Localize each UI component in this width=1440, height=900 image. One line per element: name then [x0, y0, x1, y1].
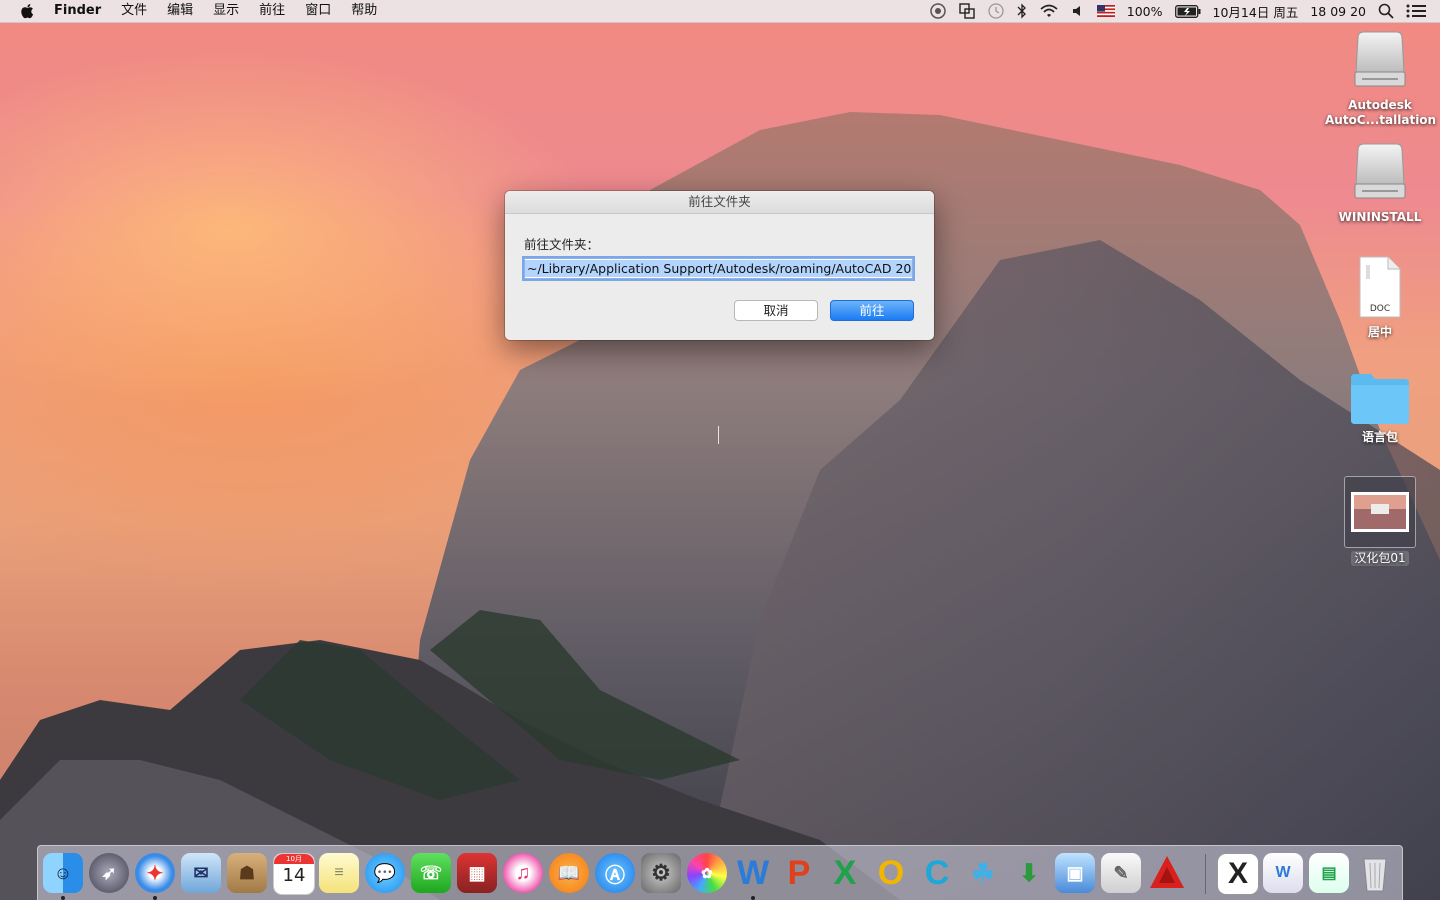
dock-outlook-icon[interactable]: O	[871, 853, 911, 893]
menu-window[interactable]: 窗口	[295, 0, 341, 22]
dock-launchpad-icon[interactable]: ➶	[89, 853, 129, 893]
desktop-icon-label: Autodesk	[1348, 98, 1412, 112]
dock-minimized-window-icon[interactable]: ▤	[1309, 853, 1349, 893]
dock-finder-icon[interactable]: ☺	[43, 853, 83, 893]
desktop-icon-folder-language-pack[interactable]: 语言包	[1325, 370, 1435, 445]
text-cursor	[718, 426, 719, 444]
go-button[interactable]: 前往	[830, 300, 914, 321]
dock-photo-booth-icon[interactable]: ▦	[457, 853, 497, 893]
battery-icon[interactable]	[1174, 0, 1201, 22]
dialog-title: 前往文件夹	[505, 191, 934, 214]
dock-powerpoint-icon[interactable]: P	[779, 853, 819, 893]
menu-file[interactable]: 文件	[111, 0, 157, 22]
desktop-icon-autodesk-installer[interactable]: Autodesk AutoC...tallation	[1325, 30, 1437, 128]
spotlight-icon[interactable]	[1378, 0, 1394, 22]
menu-bar: Finder 文件 编辑 显示 前往 窗口 帮助 100% 10月14日 周五 …	[0, 0, 1440, 23]
dock-contacts-icon[interactable]: ☗	[227, 853, 267, 893]
dock-system-preferences-icon[interactable]: ⚙	[641, 853, 681, 893]
folder-path-selected-text: ~/Library/Application Support/Autodesk/r…	[525, 260, 912, 277]
cancel-button[interactable]: 取消	[734, 300, 818, 321]
dock-app-c-icon[interactable]: C	[917, 853, 957, 893]
svg-text:DOC: DOC	[1370, 304, 1390, 314]
us-flag-icon[interactable]	[1096, 0, 1115, 22]
dock-app-store-icon[interactable]: Ⓐ	[595, 853, 635, 893]
dock-messages-icon[interactable]: 💬	[365, 853, 405, 893]
desktop-icon-label: AutoC...tallation	[1325, 113, 1437, 127]
dock-facetime-icon[interactable]: ☏	[411, 853, 451, 893]
mirror-icon[interactable]	[959, 0, 975, 22]
dialog-prompt-label: 前往文件夹：	[524, 237, 600, 252]
menu-go[interactable]: 前往	[249, 0, 295, 22]
folder-path-input[interactable]: ~/Library/Application Support/Autodesk/r…	[524, 258, 913, 279]
menu-help[interactable]: 帮助	[341, 0, 387, 22]
dock-running-indicator	[61, 896, 65, 900]
menu-clock[interactable]: 18 09 20	[1310, 4, 1366, 19]
dock-word-icon[interactable]: W	[733, 853, 773, 893]
wifi-icon[interactable]	[1039, 0, 1059, 22]
calendar-month: 10月	[274, 854, 314, 864]
dock-safari-icon[interactable]: ✦	[135, 853, 175, 893]
bluetooth-icon[interactable]	[1017, 0, 1027, 22]
desktop-icon-screenshot-hanhuabao01[interactable]: 汉化包01	[1325, 476, 1435, 566]
time-machine-icon[interactable]	[987, 0, 1005, 22]
dock-running-indicator	[153, 896, 157, 900]
disk-image-icon	[1354, 31, 1406, 87]
dock: ☺ ➶ ✦ ✉ ☗ 10月 14 ≡ 💬 ☏ ▦ ♫ 📖 Ⓐ ⚙ ✿ W P X…	[37, 845, 1403, 900]
dock-notes-icon[interactable]: ≡	[319, 853, 359, 893]
dock-ibooks-icon[interactable]: 📖	[549, 853, 589, 893]
battery-percent[interactable]: 100%	[1127, 4, 1163, 19]
dock-globe-download-icon[interactable]: ⬇	[1009, 853, 1049, 893]
apple-logo-icon[interactable]	[20, 3, 34, 19]
dock-trash-icon[interactable]	[1355, 853, 1395, 893]
dock-photos-icon[interactable]: ✿	[687, 853, 727, 893]
desktop-icon-wininstall[interactable]: WININSTALL	[1325, 142, 1435, 225]
menu-edit[interactable]: 编辑	[157, 0, 203, 22]
dock-people-icon[interactable]: ☘	[963, 853, 1003, 893]
disk-image-icon	[1354, 143, 1406, 199]
dock-itunes-icon[interactable]: ♫	[503, 853, 543, 893]
volume-icon[interactable]	[1071, 0, 1085, 22]
wallpaper	[0, 112, 1440, 900]
dock-calendar-icon[interactable]: 10月 14	[273, 853, 315, 895]
dock-separator	[1205, 854, 1206, 894]
dock-minimized-window-icon[interactable]: W	[1263, 853, 1303, 893]
menu-app-finder[interactable]: Finder	[48, 0, 111, 22]
dock-excel-icon[interactable]: X	[825, 853, 865, 893]
dock-textedit-icon[interactable]: ✎	[1101, 853, 1141, 893]
desktop-icon-label: 居中	[1367, 325, 1392, 339]
desktop-icon-label: 语言包	[1361, 430, 1398, 444]
dock-screen-share-icon[interactable]: ▣	[1055, 853, 1095, 893]
sync-icon[interactable]	[929, 0, 947, 22]
menu-date[interactable]: 10月14日 周五	[1213, 2, 1299, 21]
dock-mail-icon[interactable]: ✉	[181, 853, 221, 893]
document-icon: DOC	[1359, 256, 1401, 318]
calendar-day: 14	[282, 865, 306, 886]
dock-x-app-icon[interactable]: X	[1217, 853, 1259, 895]
dock-autocad-icon[interactable]	[1147, 853, 1187, 893]
folder-icon	[1351, 374, 1409, 424]
desktop-icon-label: 汉化包01	[1351, 551, 1409, 566]
go-to-folder-dialog: 前往文件夹 前往文件夹： ~/Library/Application Suppo…	[505, 191, 934, 340]
desktop-icon-doc-juzhong[interactable]: DOC 居中	[1325, 255, 1435, 340]
menu-view[interactable]: 显示	[203, 0, 249, 22]
notification-center-icon[interactable]	[1406, 0, 1426, 22]
dock-running-indicator	[751, 896, 755, 900]
desktop-icon-label: WININSTALL	[1338, 210, 1422, 224]
screenshot-thumbnail-icon	[1351, 492, 1409, 532]
